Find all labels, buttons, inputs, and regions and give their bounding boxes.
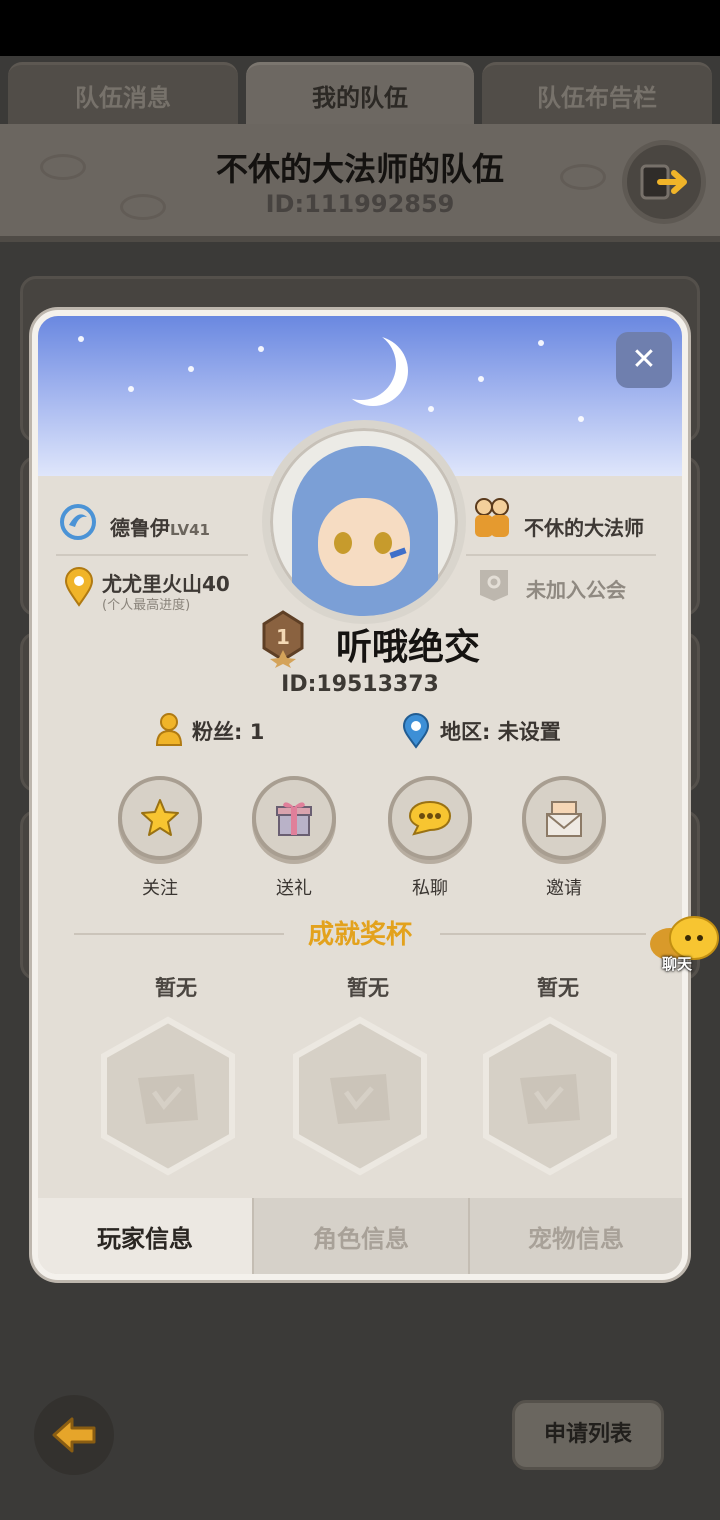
team-id: ID:111992859 bbox=[265, 190, 455, 218]
tab-team-messages[interactable]: 队伍消息 bbox=[8, 62, 238, 126]
gift-action[interactable]: 送礼 bbox=[252, 776, 336, 900]
exit-team-button[interactable] bbox=[622, 140, 706, 224]
team-tabs: 队伍消息 我的队伍 队伍布告栏 bbox=[0, 62, 720, 126]
avatar-eye bbox=[334, 532, 352, 554]
status-bar bbox=[0, 0, 720, 56]
chat-bubble-icon bbox=[408, 800, 452, 836]
team-members-icon bbox=[470, 494, 514, 542]
envelope-icon bbox=[546, 801, 582, 837]
empty-trophy-slot bbox=[483, 1016, 617, 1176]
close-icon: ✕ bbox=[631, 342, 657, 377]
fans-count: 粉丝: 1 bbox=[192, 720, 265, 744]
star-decor bbox=[478, 376, 484, 382]
star-decor bbox=[128, 386, 134, 392]
star-decor bbox=[428, 406, 434, 412]
svg-text:1: 1 bbox=[276, 625, 290, 649]
follow-action[interactable]: 关注 bbox=[118, 776, 202, 900]
star-icon bbox=[141, 799, 179, 836]
close-button[interactable]: ✕ bbox=[616, 332, 672, 388]
follow-button[interactable] bbox=[118, 776, 202, 860]
team-name: 不休的大法师的队伍 bbox=[215, 150, 504, 188]
tab-player-info[interactable]: 玩家信息 bbox=[38, 1198, 252, 1274]
druid-class-icon bbox=[58, 502, 98, 542]
achievement-slot-label: 暂无 bbox=[347, 976, 389, 1000]
apply-list-button[interactable]: 申请列表 bbox=[512, 1400, 664, 1470]
floating-chat-label: 聊天 bbox=[662, 955, 693, 973]
team-owner-name: 不休的大法师 bbox=[524, 516, 644, 540]
location-pin-icon bbox=[62, 566, 96, 608]
gift-icon bbox=[276, 802, 312, 836]
profile-tabs: 玩家信息 角色信息 宠物信息 bbox=[38, 1198, 682, 1274]
private-chat-action[interactable]: 私聊 bbox=[388, 776, 472, 900]
achievements-title: 成就奖杯 bbox=[307, 920, 412, 950]
level-text: LV41 bbox=[170, 521, 210, 539]
guild-banner-icon bbox=[476, 566, 512, 604]
back-button[interactable] bbox=[34, 1395, 114, 1475]
achievement-slot-label: 暂无 bbox=[155, 976, 197, 1000]
moon-decor bbox=[326, 330, 396, 400]
star-decor bbox=[258, 346, 264, 352]
team-header: 不休的大法师的队伍 ID:111992859 bbox=[0, 124, 720, 242]
empty-trophy-slot bbox=[293, 1016, 427, 1176]
star-decor bbox=[188, 366, 194, 372]
progress-note: (个人最高进度) bbox=[102, 598, 191, 613]
class-level: 德鲁伊LV41 bbox=[110, 512, 210, 541]
avatar bbox=[262, 420, 466, 624]
empty-trophy-slot bbox=[101, 1016, 235, 1176]
tab-character-info[interactable]: 角色信息 bbox=[252, 1198, 468, 1274]
avatar-eye bbox=[374, 532, 392, 554]
gift-label: 送礼 bbox=[276, 878, 312, 899]
fans-person-icon bbox=[154, 712, 184, 748]
divider bbox=[56, 554, 248, 556]
invite-action[interactable]: 邀请 bbox=[522, 776, 606, 900]
follow-label: 关注 bbox=[142, 878, 178, 899]
invite-button[interactable] bbox=[522, 776, 606, 860]
player-id: ID:19513373 bbox=[281, 672, 439, 697]
tab-pet-info[interactable]: 宠物信息 bbox=[468, 1198, 682, 1274]
region-text: 地区: 未设置 bbox=[440, 720, 561, 744]
star-decor bbox=[538, 340, 544, 346]
region-pin-icon bbox=[400, 712, 432, 750]
progress-location: 尤尤里火山40 bbox=[102, 572, 230, 596]
back-arrow-icon bbox=[52, 1417, 96, 1453]
divider bbox=[466, 554, 656, 556]
achievement-slot-label: 暂无 bbox=[537, 976, 579, 1000]
player-profile-modal: ✕ 德鲁伊LV41 尤尤里火山40 (个人最高进度) 不休的大法师 未加入公会 … bbox=[32, 310, 688, 1280]
invite-label: 邀请 bbox=[546, 878, 582, 899]
private-chat-button[interactable] bbox=[388, 776, 472, 860]
star-decor bbox=[578, 416, 584, 422]
star-decor bbox=[78, 336, 84, 342]
rank-badge-icon: 1 bbox=[260, 610, 306, 668]
guild-status: 未加入公会 bbox=[526, 578, 626, 602]
tab-my-team[interactable]: 我的队伍 bbox=[246, 62, 474, 126]
exit-door-icon bbox=[640, 164, 687, 200]
private-chat-label: 私聊 bbox=[412, 878, 448, 899]
avatar-face bbox=[318, 498, 410, 586]
gift-button[interactable] bbox=[252, 776, 336, 860]
class-name: 德鲁伊 bbox=[110, 516, 170, 540]
tab-team-bulletin[interactable]: 队伍布告栏 bbox=[482, 62, 712, 126]
player-name: 听哦绝交 bbox=[336, 627, 481, 668]
